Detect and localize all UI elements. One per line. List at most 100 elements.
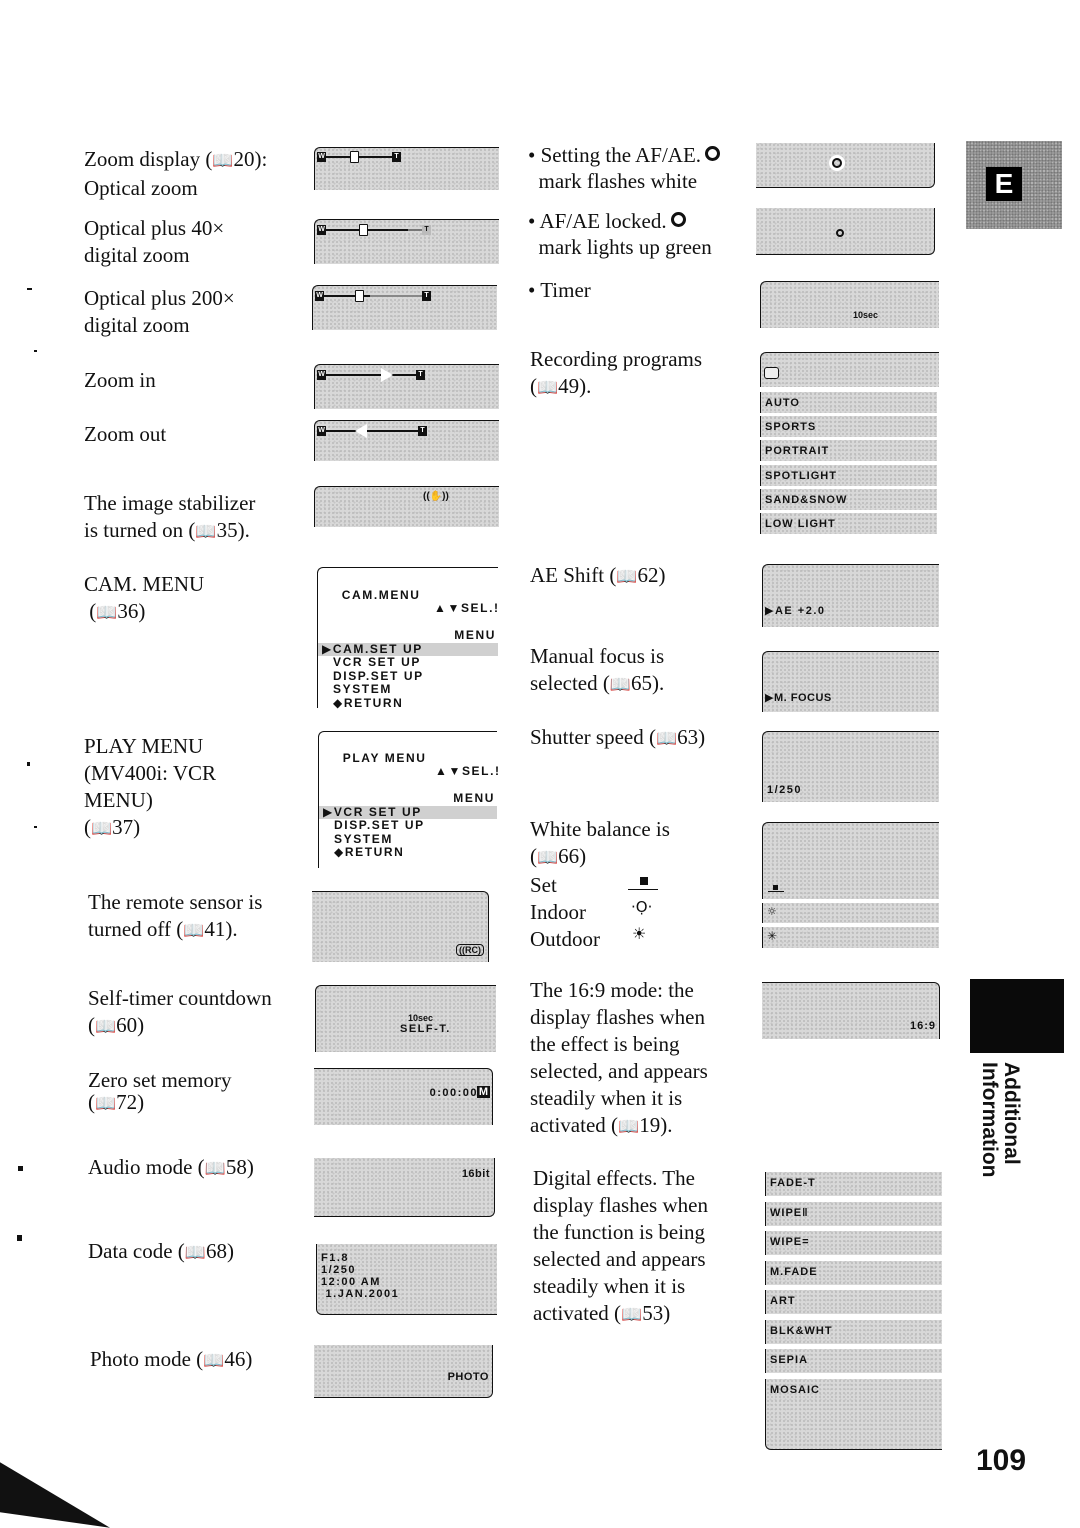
play-menu-title-row: PLAY MENU ▲▼SEL.! xyxy=(319,732,499,792)
play-menu-hint-menu: MENU xyxy=(453,791,495,805)
effect-row: M.FADE xyxy=(765,1260,942,1285)
shutter-speed-value: 1/250 xyxy=(767,784,803,796)
zoom-tele-marker: T xyxy=(422,291,431,301)
book-icon: 📖 xyxy=(212,151,234,171)
data-code-screen: F1.8 1/250 12:00 AM 1.JAN.2001 xyxy=(316,1244,497,1315)
section-letter: E xyxy=(986,167,1022,201)
margin-mark xyxy=(18,1166,23,1171)
side-tab-label-line2: Information xyxy=(978,1062,1001,1178)
cam-menu-item-cam-set-up[interactable]: ▶CAM.SET UP xyxy=(318,642,498,656)
af-setting-label: • Setting the AF/AE. mark flashes white xyxy=(528,142,721,194)
data-code-time: 12:00 AM xyxy=(321,1276,381,1288)
shutter-speed-label: Shutter speed (📖63) xyxy=(530,724,705,753)
zoom-track xyxy=(326,156,392,158)
margin-mark xyxy=(27,288,32,290)
zoom-tele-marker: T xyxy=(422,225,431,235)
zoom-200x-label: Optical plus 200× digital zoom xyxy=(84,286,235,337)
book-icon: 📖 xyxy=(91,819,113,839)
zoom-tele-marker: T xyxy=(416,370,425,380)
data-code-shutter: 1/250 xyxy=(321,1264,357,1276)
book-icon: 📖 xyxy=(655,729,678,749)
play-menu-label: PLAY MENU (MV400i: VCR MENU) (📖37) xyxy=(84,733,216,843)
timer-screen: 10sec xyxy=(760,281,939,328)
section-tab-e: E xyxy=(966,141,1062,229)
book-icon: 📖 xyxy=(183,921,205,941)
page-number: 109 xyxy=(976,1444,1027,1477)
play-menu-item-vcr-set-up[interactable]: ▶VCR SET UP xyxy=(319,805,497,819)
book-icon: 📖 xyxy=(621,1305,643,1325)
wb-set-row xyxy=(762,822,939,899)
zero-set-screen: 0:00:00 M xyxy=(314,1068,493,1125)
af-mark-flashing-icon xyxy=(832,158,842,168)
margin-mark xyxy=(34,350,37,352)
margin-mark xyxy=(27,762,30,766)
cam-menu-item-system[interactable]: SYSTEM xyxy=(318,682,498,697)
program-ae-icon xyxy=(764,367,779,379)
effect-label: MOSAIC xyxy=(770,1383,820,1396)
zoom-position-marker xyxy=(355,290,364,302)
book-icon: 📖 xyxy=(184,1243,206,1263)
zoom-position-marker xyxy=(350,151,359,163)
zoom-wide-marker: W xyxy=(315,291,324,301)
zoom-wide-marker: W xyxy=(317,426,326,436)
book-icon: 📖 xyxy=(203,1351,225,1371)
aspect-mode-screen: 16:9 xyxy=(762,982,940,1039)
zoom-tele-marker: T xyxy=(418,426,427,436)
manual-focus-value: ▶M. FOCUS xyxy=(765,692,832,704)
recording-programs-screen: AUTO SPORTS PORTRAIT SPOTLIGHT SAND&SNOW LOW … xyxy=(760,352,939,536)
play-menu-item-return[interactable]: ◆RETURN xyxy=(319,845,497,860)
af-mark-icon xyxy=(705,146,721,161)
program-label: LOW LIGHT xyxy=(765,518,836,530)
play-menu-hint: ▲▼SEL.! xyxy=(435,764,501,778)
effect-label: FADE-T xyxy=(770,1177,816,1189)
effect-label: BLK&WHT xyxy=(770,1324,833,1337)
aspect-mode-label: The 16:9 mode: the display flashes when … xyxy=(530,977,708,1141)
program-label: SPORTS xyxy=(765,421,817,434)
audio-mode-value: 16bit xyxy=(461,1168,490,1180)
book-icon: 📖 xyxy=(96,603,118,623)
program-row: AUTO xyxy=(760,392,937,413)
ae-shift-label: AE Shift (📖62) xyxy=(530,562,666,591)
zoom-out-screen: W T xyxy=(314,420,499,461)
zoom-display-label: Zoom display (📖20): Optical zoom xyxy=(84,147,268,200)
page-corner-shadow xyxy=(0,1462,110,1528)
set-wb-icon xyxy=(628,877,660,891)
cam-menu-item-vcr-set-up[interactable]: VCR SET UP xyxy=(318,655,498,670)
play-menu-item-system[interactable]: SYSTEM xyxy=(319,832,497,847)
margin-mark xyxy=(34,826,37,828)
effect-label: WIPE= xyxy=(770,1236,810,1248)
book-icon: 📖 xyxy=(95,1094,117,1114)
effect-row: WIPE‖ xyxy=(765,1201,942,1226)
timer-label: • Timer xyxy=(528,278,591,302)
zero-set-counter: 0:00:00 xyxy=(429,1087,478,1099)
remote-off-icon: ((RC) xyxy=(456,944,484,956)
cam-menu-label: CAM. MENU (📖36) xyxy=(84,571,204,627)
play-menu-title: PLAY MENU xyxy=(342,750,427,765)
zero-set-label: Zero set memory (📖72) xyxy=(88,1068,232,1114)
manual-focus-label: Manual focus is selected (📖65). xyxy=(530,643,664,699)
set-wb-icon xyxy=(768,885,784,893)
effect-label: M.FADE xyxy=(770,1265,818,1278)
sun-icon: ☀ xyxy=(632,924,647,943)
self-timer-text: SELF-T. xyxy=(400,1023,451,1035)
book-icon: 📖 xyxy=(609,675,632,695)
audio-mode-label: Audio mode (📖58) xyxy=(88,1154,254,1183)
program-ae-header xyxy=(760,352,939,387)
book-icon: 📖 xyxy=(95,1017,117,1037)
photo-mode-value: PHOTO xyxy=(447,1371,489,1383)
cam-menu-item-disp-set-up[interactable]: DISP.SET UP xyxy=(318,669,498,684)
book-icon: 📖 xyxy=(616,567,638,587)
manual-focus-screen: ▶M. FOCUS xyxy=(762,651,939,712)
play-menu-item-disp-set-up[interactable]: DISP.SET UP xyxy=(319,818,497,833)
aspect-mode-value: 16:9 xyxy=(909,1020,936,1032)
ae-shift-value: ▶AE +2.0 xyxy=(765,605,826,617)
book-icon: 📖 xyxy=(537,848,559,868)
remote-sensor-screen: ((RC) xyxy=(312,891,489,962)
zoom-wide-marker: W xyxy=(317,225,326,235)
stabilizer-label: The image stabilizer is turned on (📖35). xyxy=(84,490,255,546)
cam-menu-item-return[interactable]: ◆RETURN xyxy=(318,696,498,711)
af-setting-screen xyxy=(756,143,935,188)
effect-label: WIPE‖ xyxy=(770,1206,809,1219)
program-label: SPOTLIGHT xyxy=(765,469,837,482)
zoom-200x-screen: W T xyxy=(312,285,497,330)
